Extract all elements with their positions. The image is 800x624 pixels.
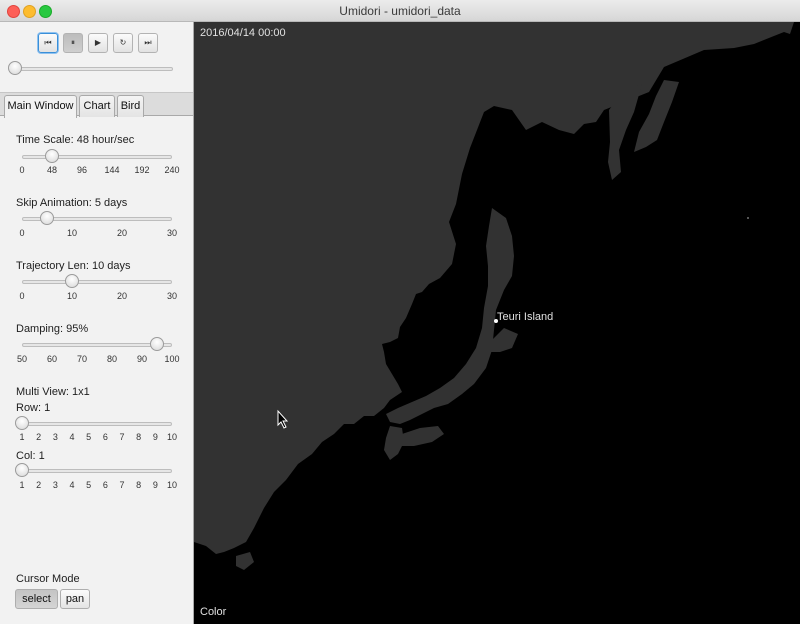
slider-tick-label: 144 <box>104 165 120 175</box>
slider-tick-label: 100 <box>164 354 180 364</box>
slider-tick-label: 10 <box>166 432 178 442</box>
slider-tick-label: 6 <box>102 480 108 490</box>
pause-icon: ⏸ <box>71 38 75 47</box>
color-label: Color <box>200 606 227 618</box>
multi-view-label: Multi View: 1x1 <box>16 386 90 398</box>
skip-to-end-button[interactable]: ⏭ <box>138 33 158 53</box>
slider-tick-label: 3 <box>52 480 58 490</box>
slider-thumb[interactable] <box>45 149 59 163</box>
damping-label: Damping: 95% <box>16 323 89 335</box>
slider-tick-label: 4 <box>69 480 75 490</box>
map-timestamp: 2016/04/14 00:00 <box>200 27 286 39</box>
slider-track <box>15 67 173 71</box>
window-title: Umidori - umidori_data <box>339 4 461 18</box>
time-scale-label: Time Scale: 48 hour/sec <box>16 134 135 146</box>
slider-tick-label: 0 <box>19 165 25 175</box>
trajectory-len-label: Trajectory Len: 10 days <box>16 260 131 272</box>
slider-tick-label: 7 <box>119 432 125 442</box>
slider-tick-label: 10 <box>66 228 78 238</box>
slider-tick-label: 60 <box>46 354 58 364</box>
slider-tick-label: 4 <box>69 432 75 442</box>
map-canvas[interactable] <box>194 22 800 624</box>
row-slider[interactable] <box>15 416 172 432</box>
slider-tick-label: 2 <box>36 432 42 442</box>
slider-tick-label: 240 <box>164 165 180 175</box>
skip-to-start-icon: ⏮ <box>44 38 52 47</box>
slider-thumb[interactable] <box>65 274 79 288</box>
slider-tick-label: 30 <box>166 228 178 238</box>
col-label: Col: 1 <box>16 450 45 462</box>
slider-tick-label: 6 <box>102 432 108 442</box>
slider-thumb[interactable] <box>40 211 54 225</box>
slider-tick-label: 8 <box>136 432 142 442</box>
slider-tick-label: 7 <box>119 480 125 490</box>
play-icon: ▶ <box>94 38 102 47</box>
slider-tick-label: 2 <box>36 480 42 490</box>
slider-tick-label: 3 <box>52 432 58 442</box>
slider-tick-label: 1 <box>19 480 25 490</box>
select-mode-button[interactable]: select <box>15 589 58 609</box>
slider-tick-label: 20 <box>116 291 128 301</box>
reload-icon: ↻ <box>119 38 127 47</box>
map-view[interactable]: 2016/04/14 00:00 Teuri Island Color <box>194 22 800 624</box>
control-sidebar: ⏮ ⏸ ▶ ↻ ⏭ Main Window Chart Bird Time Sc… <box>0 22 194 624</box>
slider-tick-label: 5 <box>86 432 92 442</box>
tab-bird[interactable]: Bird <box>117 95 144 117</box>
slider-tick-label: 10 <box>166 480 178 490</box>
slider-tick-label: 20 <box>116 228 128 238</box>
slider-tick-label: 5 <box>86 480 92 490</box>
tab-chart[interactable]: Chart <box>79 95 115 117</box>
damping-slider[interactable] <box>22 337 172 353</box>
time-scale-slider[interactable] <box>22 149 172 165</box>
reload-button[interactable]: ↻ <box>113 33 133 53</box>
row-label: Row: 1 <box>16 402 51 414</box>
tab-main-window[interactable]: Main Window <box>4 95 77 118</box>
play-button[interactable]: ▶ <box>88 33 108 53</box>
slider-tick-label: 8 <box>136 480 142 490</box>
title-bar: Umidori - umidori_data <box>0 0 800 22</box>
trajectory-len-slider[interactable] <box>22 274 172 290</box>
tab-bar: Main Window Chart Bird <box>0 92 193 118</box>
slider-tick-label: 9 <box>152 480 158 490</box>
slider-thumb[interactable] <box>8 61 22 75</box>
skip-animation-label: Skip Animation: 5 days <box>16 197 128 209</box>
skip-to-start-button[interactable]: ⏮ <box>38 33 58 53</box>
landmass <box>194 22 794 570</box>
slider-thumb[interactable] <box>15 463 29 477</box>
col-slider[interactable] <box>15 463 172 479</box>
hokkaido-island <box>490 328 518 352</box>
cursor-mode-label: Cursor Mode <box>16 573 80 585</box>
slider-thumb[interactable] <box>15 416 29 430</box>
slider-thumb[interactable] <box>150 337 164 351</box>
slider-tick-label: 0 <box>19 228 25 238</box>
southern-island <box>236 552 254 570</box>
pause-button[interactable]: ⏸ <box>63 33 83 53</box>
far-east-dot <box>747 217 749 219</box>
slider-tick-label: 80 <box>106 354 118 364</box>
playback-progress-slider[interactable] <box>8 61 173 77</box>
slider-track <box>22 280 172 284</box>
slider-tick-label: 48 <box>46 165 58 175</box>
skip-animation-slider[interactable] <box>22 211 172 227</box>
pan-mode-button[interactable]: pan <box>60 589 90 609</box>
slider-tick-label: 90 <box>136 354 148 364</box>
slider-tick-label: 192 <box>134 165 150 175</box>
slider-tick-label: 10 <box>66 291 78 301</box>
shikoku-island <box>402 426 444 446</box>
slider-track <box>22 469 172 473</box>
kyushu-island <box>384 426 404 460</box>
slider-tick-label: 0 <box>19 291 25 301</box>
slider-tick-label: 1 <box>19 432 25 442</box>
slider-tick-label: 50 <box>16 354 28 364</box>
skip-to-end-icon: ⏭ <box>144 38 152 47</box>
slider-tick-label: 70 <box>76 354 88 364</box>
slider-tick-label: 96 <box>76 165 88 175</box>
slider-tick-label: 30 <box>166 291 178 301</box>
slider-track <box>22 422 172 426</box>
slider-tick-label: 9 <box>152 432 158 442</box>
teuri-island-label: Teuri Island <box>497 311 554 323</box>
